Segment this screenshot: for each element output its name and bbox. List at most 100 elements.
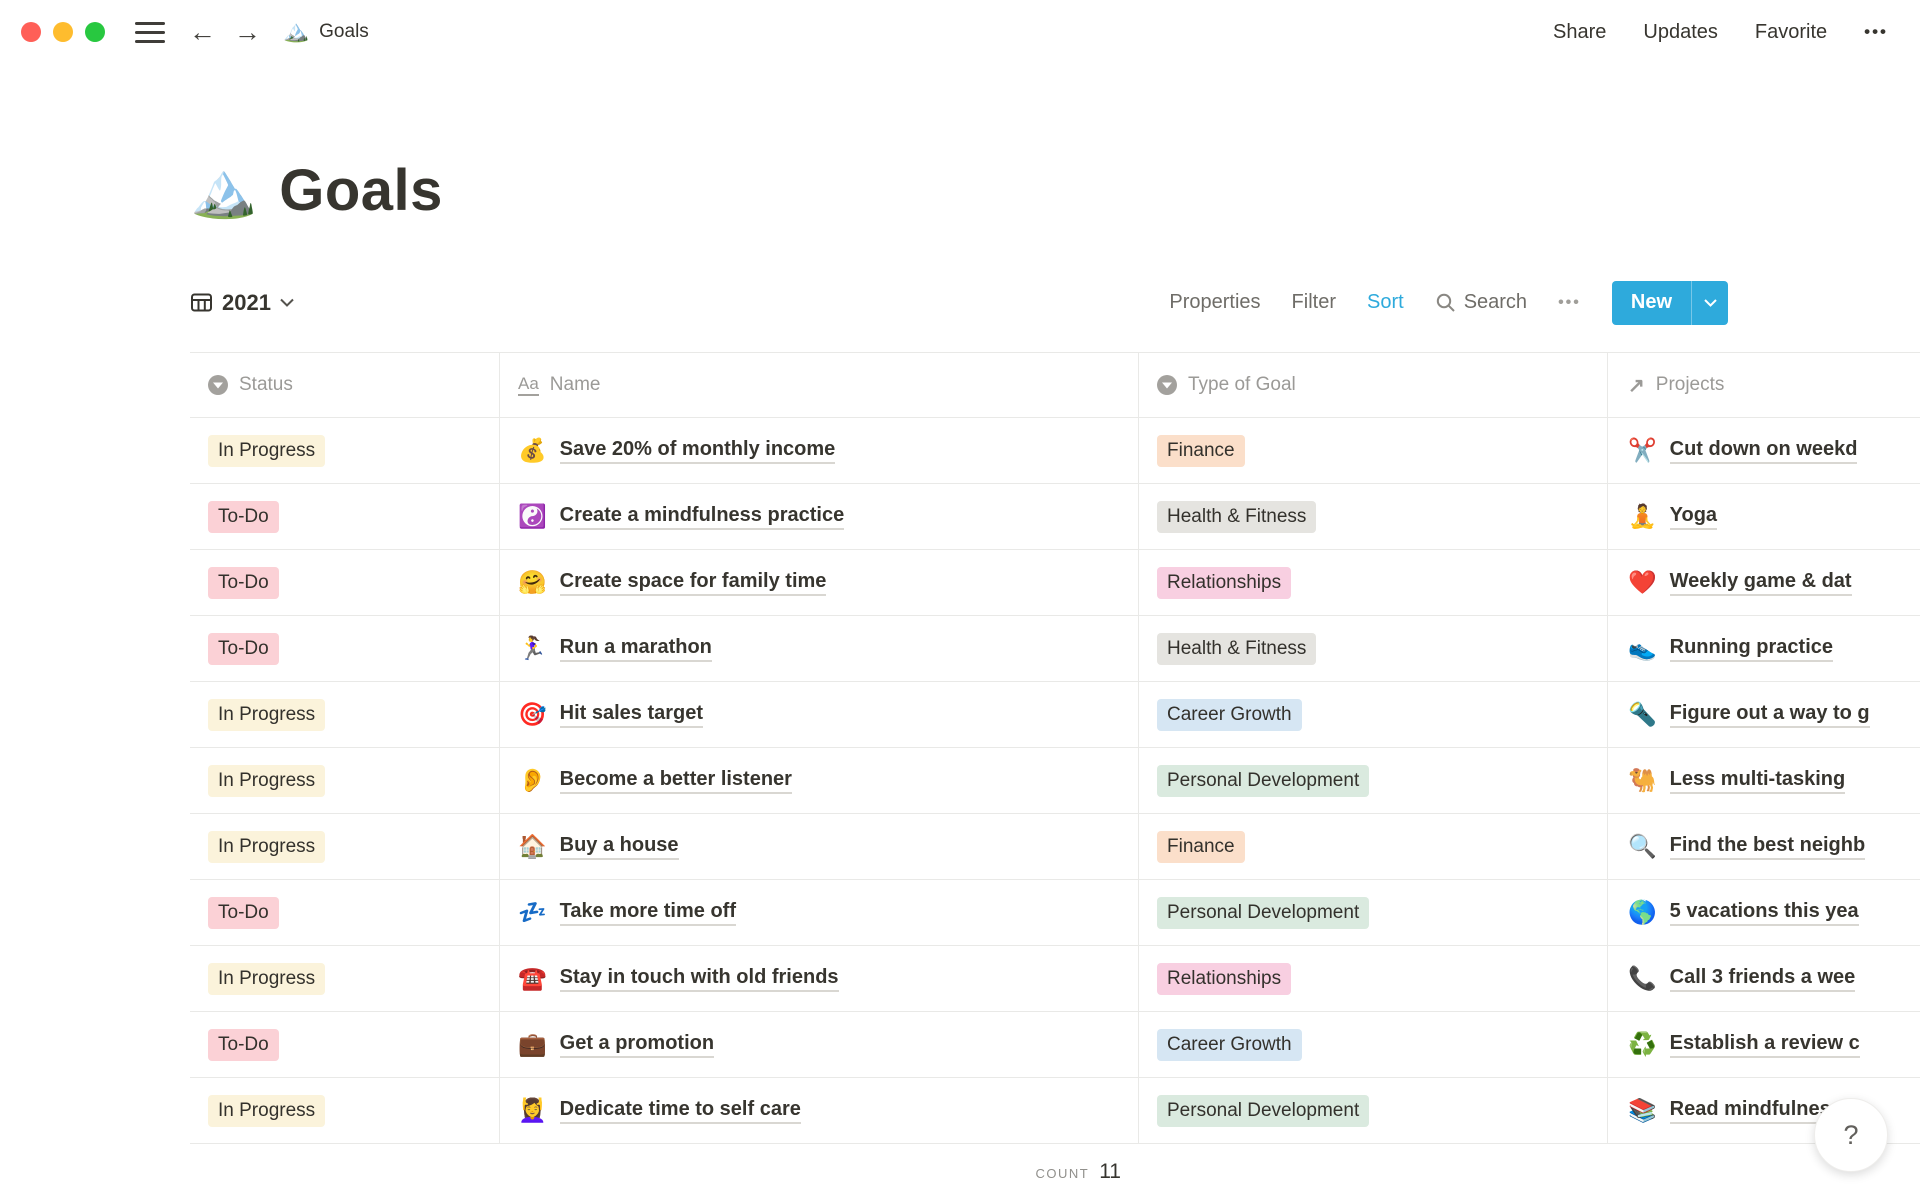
projects-cell[interactable]: 🐫 Less multi-tasking xyxy=(1608,748,1920,814)
name-cell[interactable]: 💆‍♀️ Dedicate time to self care xyxy=(500,1078,1139,1144)
type-cell[interactable]: Personal Development xyxy=(1139,880,1608,946)
favorite-button[interactable]: Favorite xyxy=(1755,21,1827,44)
project-link[interactable]: Find the best neighb xyxy=(1669,834,1866,860)
project-link[interactable]: Establish a review c xyxy=(1669,1032,1860,1058)
name-cell[interactable]: ☎️ Stay in touch with old friends xyxy=(500,946,1139,1012)
goal-name-link[interactable]: Buy a house xyxy=(559,834,679,860)
project-link[interactable]: Running practice xyxy=(1669,636,1833,662)
projects-cell[interactable]: 🔍 Find the best neighb xyxy=(1608,814,1920,880)
project-link[interactable]: Call 3 friends a wee xyxy=(1669,966,1856,992)
status-cell[interactable]: To-Do xyxy=(190,1012,500,1078)
filter-button[interactable]: Filter xyxy=(1292,291,1336,314)
sidebar-menu-icon[interactable] xyxy=(135,21,165,43)
column-header-type-of-goal[interactable]: Type of Goal xyxy=(1139,353,1608,418)
type-cell[interactable]: Relationships xyxy=(1139,946,1608,1012)
view-toolbar: 2021 Properties Filter Sort Search ••• N… xyxy=(190,280,1728,325)
status-cell[interactable]: In Progress xyxy=(190,682,500,748)
goal-name-link[interactable]: Become a better listener xyxy=(559,768,792,794)
status-cell[interactable]: In Progress xyxy=(190,1078,500,1144)
projects-cell[interactable]: ✂️ Cut down on weekd xyxy=(1608,418,1920,484)
projects-cell[interactable]: 🔦 Figure out a way to g xyxy=(1608,682,1920,748)
new-button[interactable]: New xyxy=(1611,280,1728,325)
type-cell[interactable]: Personal Development xyxy=(1139,748,1608,814)
breadcrumb[interactable]: Goals xyxy=(319,21,369,43)
help-button[interactable]: ? xyxy=(1814,1098,1888,1172)
count-footer[interactable]: COUNT 11 xyxy=(190,1144,1139,1184)
page-title[interactable]: Goals xyxy=(279,157,443,224)
project-link[interactable]: Cut down on weekd xyxy=(1669,438,1858,464)
column-header-name[interactable]: Aa Name xyxy=(500,353,1139,418)
type-cell[interactable]: Finance xyxy=(1139,418,1608,484)
goal-name-link[interactable]: Take more time off xyxy=(559,900,736,926)
type-cell[interactable]: Personal Development xyxy=(1139,1078,1608,1144)
status-cell[interactable]: To-Do xyxy=(190,616,500,682)
status-cell[interactable]: In Progress xyxy=(190,946,500,1012)
type-cell[interactable]: Health & Fitness xyxy=(1139,616,1608,682)
traffic-lights xyxy=(21,22,105,42)
properties-button[interactable]: Properties xyxy=(1169,291,1260,314)
projects-cell[interactable]: 📞 Call 3 friends a wee xyxy=(1608,946,1920,1012)
name-cell[interactable]: 👂 Become a better listener xyxy=(500,748,1139,814)
back-arrow-icon[interactable]: ← xyxy=(189,18,216,46)
updates-button[interactable]: Updates xyxy=(1643,21,1718,44)
name-cell[interactable]: 💤 Take more time off xyxy=(500,880,1139,946)
goal-name-link[interactable]: Save 20% of monthly income xyxy=(559,438,836,464)
goal-name-link[interactable]: Get a promotion xyxy=(559,1032,715,1058)
type-cell[interactable]: Health & Fitness xyxy=(1139,484,1608,550)
project-emoji-icon: 📞 xyxy=(1628,965,1657,991)
minimize-window-button[interactable] xyxy=(53,22,73,42)
goal-name-link[interactable]: Run a marathon xyxy=(559,636,712,662)
projects-cell[interactable]: ♻️ Establish a review c xyxy=(1608,1012,1920,1078)
project-link[interactable]: Weekly game & dat xyxy=(1669,570,1852,596)
sort-button[interactable]: Sort xyxy=(1367,291,1404,314)
column-header-status[interactable]: Status xyxy=(190,353,500,418)
type-badge: Career Growth xyxy=(1157,698,1302,731)
forward-arrow-icon[interactable]: → xyxy=(234,18,261,46)
projects-cell[interactable]: ❤️ Weekly game & dat xyxy=(1608,550,1920,616)
status-cell[interactable]: To-Do xyxy=(190,880,500,946)
goal-name-link[interactable]: Create space for family time xyxy=(559,570,827,596)
project-link[interactable]: Figure out a way to g xyxy=(1669,702,1870,728)
table-row: To-Do ☯️ Create a mindfulness practice H… xyxy=(190,484,1920,550)
name-cell[interactable]: 🏠 Buy a house xyxy=(500,814,1139,880)
goal-name-link[interactable]: Stay in touch with old friends xyxy=(559,966,839,992)
projects-cell[interactable]: 🌎 5 vacations this yea xyxy=(1608,880,1920,946)
view-more-icon[interactable]: ••• xyxy=(1558,294,1581,312)
share-button[interactable]: Share xyxy=(1553,21,1606,44)
projects-cell[interactable]: 👟 Running practice xyxy=(1608,616,1920,682)
type-badge: Health & Fitness xyxy=(1157,500,1317,533)
column-header-projects[interactable]: ↗ Projects xyxy=(1608,353,1920,418)
table-row: To-Do 🤗 Create space for family time Rel… xyxy=(190,550,1920,616)
type-cell[interactable]: Career Growth xyxy=(1139,682,1608,748)
project-link[interactable]: Less multi-tasking xyxy=(1669,768,1846,794)
status-cell[interactable]: In Progress xyxy=(190,814,500,880)
goal-name-link[interactable]: Hit sales target xyxy=(559,702,704,728)
goal-name-link[interactable]: Create a mindfulness practice xyxy=(559,504,845,530)
name-cell[interactable]: 🤗 Create space for family time xyxy=(500,550,1139,616)
status-cell[interactable]: In Progress xyxy=(190,418,500,484)
name-cell[interactable]: 💰 Save 20% of monthly income xyxy=(500,418,1139,484)
zoom-window-button[interactable] xyxy=(85,22,105,42)
name-cell[interactable]: 🎯 Hit sales target xyxy=(500,682,1139,748)
projects-cell[interactable]: 🧘 Yoga xyxy=(1608,484,1920,550)
status-cell[interactable]: To-Do xyxy=(190,550,500,616)
name-cell[interactable]: ☯️ Create a mindfulness practice xyxy=(500,484,1139,550)
more-options-icon[interactable]: ••• xyxy=(1864,22,1888,42)
page-icon[interactable]: 🏔️ xyxy=(190,163,257,217)
goal-name-link[interactable]: Dedicate time to self care xyxy=(559,1098,801,1124)
status-badge: To-Do xyxy=(208,566,279,599)
project-link[interactable]: 5 vacations this yea xyxy=(1669,900,1859,926)
status-cell[interactable]: To-Do xyxy=(190,484,500,550)
search-label: Search xyxy=(1463,291,1528,313)
type-cell[interactable]: Relationships xyxy=(1139,550,1608,616)
project-link[interactable]: Yoga xyxy=(1669,504,1718,530)
type-cell[interactable]: Career Growth xyxy=(1139,1012,1608,1078)
view-switcher[interactable]: 2021 xyxy=(190,290,294,316)
type-cell[interactable]: Finance xyxy=(1139,814,1608,880)
status-cell[interactable]: In Progress xyxy=(190,748,500,814)
close-window-button[interactable] xyxy=(21,22,41,42)
new-dropdown-button[interactable] xyxy=(1692,281,1728,325)
name-cell[interactable]: 🏃‍♀️ Run a marathon xyxy=(500,616,1139,682)
search-button[interactable]: Search xyxy=(1435,291,1527,314)
name-cell[interactable]: 💼 Get a promotion xyxy=(500,1012,1139,1078)
